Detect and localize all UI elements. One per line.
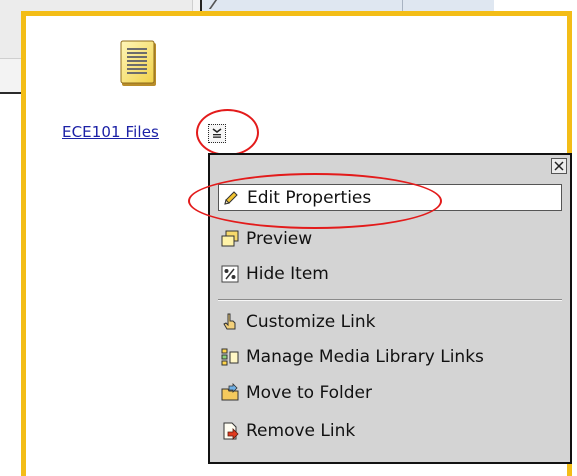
menu-item-manage-media-library-links[interactable]: Manage Media Library Links [218,343,562,370]
remove-link-icon [223,422,239,440]
content-item-link[interactable]: ECE101 Files [62,123,159,141]
menu-item-label: Hide Item [246,263,329,284]
menu-item-label: Move to Folder [246,382,372,403]
media-library-icon [221,348,239,365]
menu-item-label: Customize Link [246,311,376,332]
menu-divider [218,299,562,301]
hide-item-icon [221,265,239,282]
menu-item-customize-link[interactable]: Customize Link [218,308,562,335]
menu-item-preview[interactable]: Preview [218,225,562,252]
preview-window-icon [221,230,239,246]
close-icon[interactable] [551,158,567,174]
annotation-circle-menu-button [196,109,259,156]
menu-item-label: Manage Media Library Links [246,346,484,367]
background-strip-mark [208,0,230,9]
folder-move-icon [221,382,239,400]
menu-item-hide-item[interactable]: Hide Item [218,260,562,287]
hand-pointer-icon [223,313,236,329]
text-document-icon[interactable] [120,40,158,88]
menu-item-label: Preview [246,228,313,249]
annotation-circle-edit-properties [188,173,442,229]
menu-item-remove-link[interactable]: Remove Link [218,417,562,444]
menu-item-label: Remove Link [246,420,356,441]
menu-item-move-to-folder[interactable]: Move to Folder [218,379,562,406]
